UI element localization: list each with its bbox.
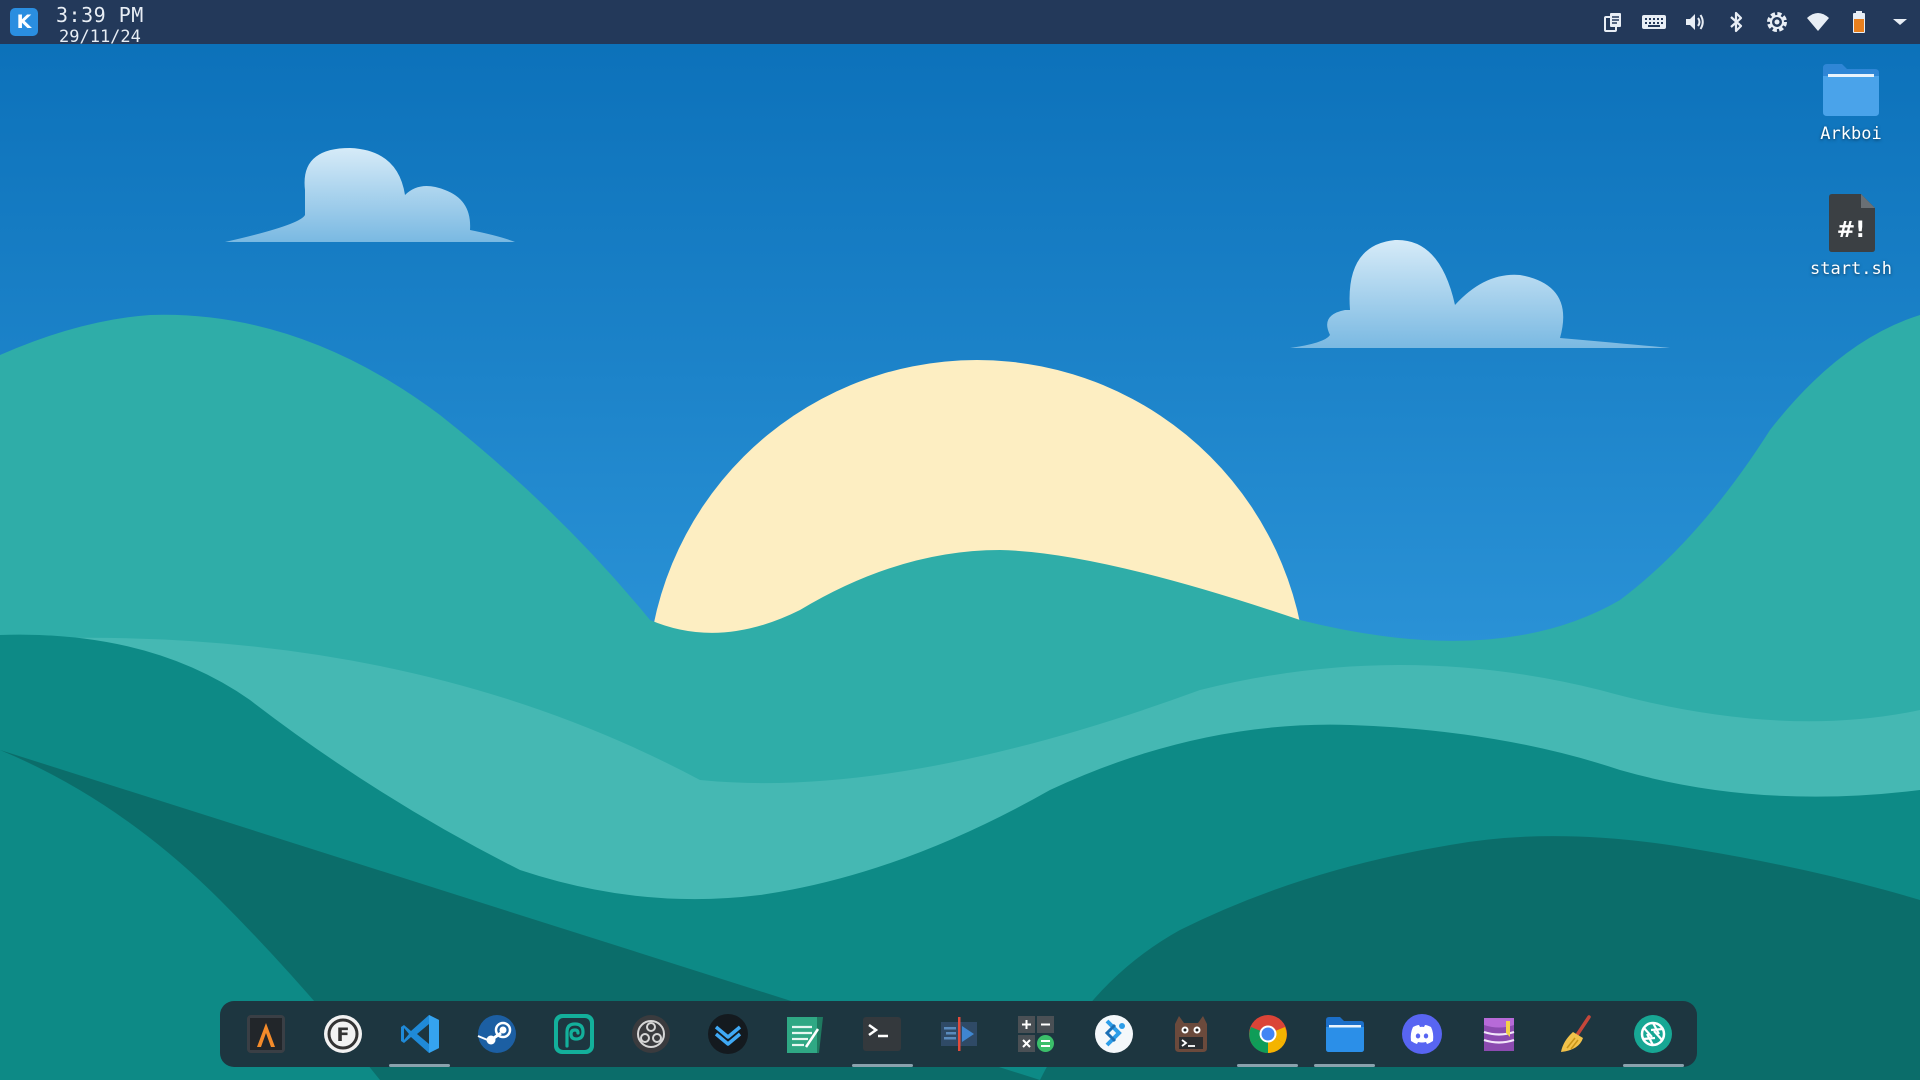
dock-item-sysmonitor[interactable] [1152,1001,1229,1067]
settings-icon[interactable] [1756,0,1797,44]
terminal-icon [863,1017,902,1051]
dock-item-terminal[interactable] [844,1001,921,1067]
mail-icon [708,1014,749,1054]
dock-item-alacritty[interactable] [227,1001,304,1067]
broom-icon [1561,1015,1591,1052]
database-icon [1483,1018,1515,1051]
spiral-icon [553,1014,594,1054]
bluetooth-icon[interactable] [1715,0,1756,44]
volume-icon[interactable] [1674,0,1715,44]
script-file-icon: #! [1829,194,1875,252]
camera-shutter-icon [1634,1015,1673,1053]
kde-logo-icon[interactable]: K [10,8,38,36]
f-circle-icon: F [323,1015,362,1053]
dock-item-chrome[interactable] [1229,1001,1306,1067]
chevron-down-icon[interactable] [1879,0,1920,44]
folder-icon [1823,64,1879,116]
system-tray [1592,0,1920,44]
dock-item-flatpak[interactable]: F [304,1001,381,1067]
obs-icon [632,1015,671,1053]
dock-item-pycharm[interactable] [535,1001,612,1067]
dock-item-screenshot[interactable] [1615,1001,1692,1067]
desktop-icon-label: Arkboi [1820,124,1882,144]
vscode-icon [400,1015,439,1053]
clock-time: 3:39 PM [56,3,144,27]
desktop-icon-start-sh[interactable]: #! start.sh [1792,193,1910,279]
wifi-icon[interactable] [1797,0,1838,44]
dock-item-cleaner[interactable] [1538,1001,1615,1067]
dock-item-files[interactable] [1306,1001,1383,1067]
dock-item-notes[interactable] [767,1001,844,1067]
dock-item-discord[interactable] [1383,1001,1460,1067]
top-panel: K 3:39 PM 29/11/24 [0,0,1920,47]
dock-item-obs[interactable] [612,1001,689,1067]
clock[interactable]: 3:39 PM 29/11/24 [56,3,144,47]
dock-item-database[interactable] [1461,1001,1538,1067]
notes-icon [787,1017,824,1053]
keyboard-icon[interactable] [1633,0,1674,44]
alacritty-icon [246,1015,285,1053]
dock: F [220,1001,1697,1067]
dock-item-calculator[interactable] [998,1001,1075,1067]
file-manager-icon [1325,1017,1364,1052]
desktop-icon-label: start.sh [1810,259,1892,279]
steam-icon [477,1015,516,1053]
svg-text:F: F [336,1024,349,1046]
svg-text:#!: #! [1837,218,1865,243]
desktop-icon-arkboi[interactable]: Arkboi [1792,60,1910,144]
dock-item-kdeconnect[interactable] [1075,1001,1152,1067]
video-editor-icon [941,1017,978,1051]
discord-icon [1401,1014,1442,1054]
calculator-icon [1018,1016,1055,1052]
dock-item-mail[interactable] [690,1001,767,1067]
kde-discover-icon [1094,1015,1133,1053]
desktop-wallpaper [0,0,1920,1080]
dock-item-vscode[interactable] [381,1001,458,1067]
dock-item-kdenlive[interactable] [921,1001,998,1067]
battery-icon[interactable] [1838,0,1879,44]
clock-date: 29/11/24 [59,27,141,47]
dock-item-steam[interactable] [458,1001,535,1067]
clipboard-icon[interactable] [1592,0,1633,44]
chrome-icon [1248,1015,1287,1053]
cat-terminal-icon [1174,1016,1207,1052]
